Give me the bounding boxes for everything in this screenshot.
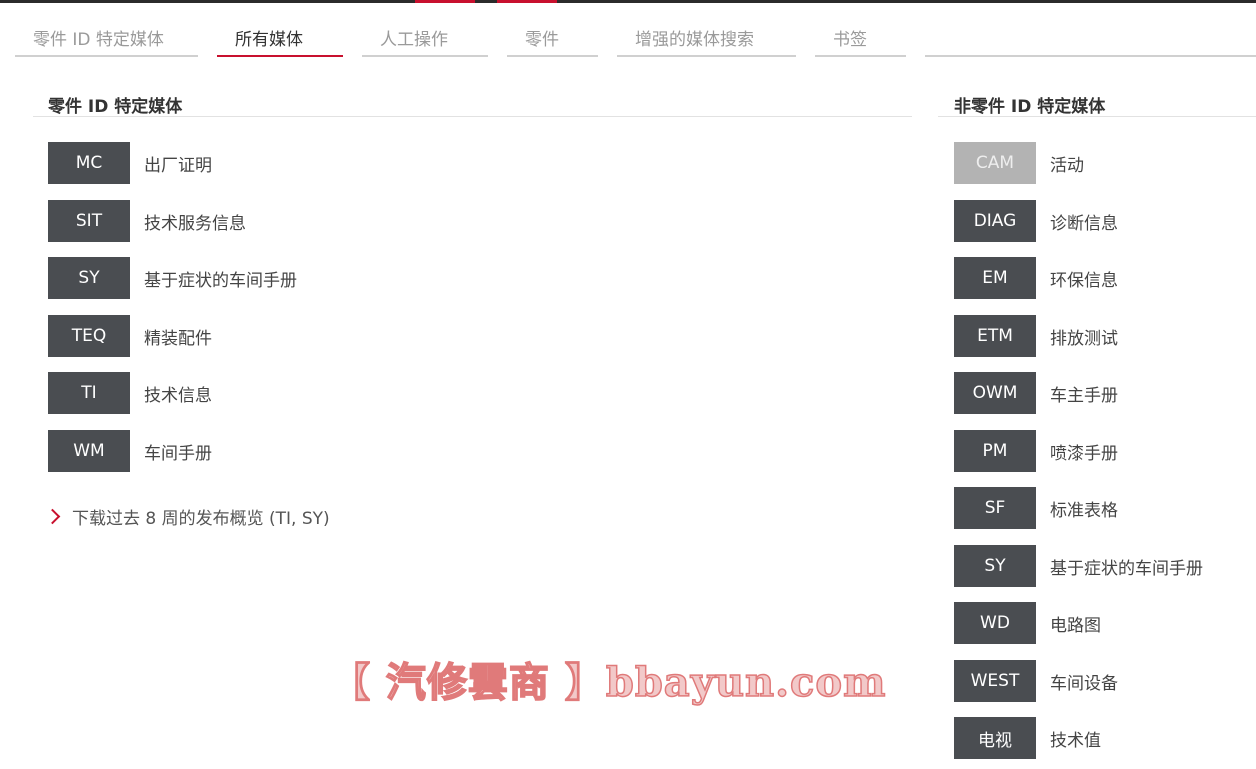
download-link-text[interactable]: 下载过去 8 周的发布概览 (TI, SY) (72, 504, 330, 529)
media-code-badge[interactable]: SY (48, 257, 130, 299)
media-code-badge[interactable]: PM (954, 430, 1036, 472)
media-row[interactable]: SY 基于症状的车间手册 (48, 257, 297, 299)
media-label[interactable]: 精装配件 (144, 324, 212, 349)
section-divider (938, 116, 1256, 117)
tab-labor-operations[interactable]: 人工操作 (362, 26, 488, 57)
tab-all-media[interactable]: 所有媒体 (217, 26, 343, 57)
media-label[interactable]: 环保信息 (1050, 266, 1118, 291)
media-code-badge[interactable]: DIAG (954, 200, 1036, 242)
media-row[interactable]: DIAG 诊断信息 (954, 200, 1118, 242)
download-release-overview-link[interactable]: 下载过去 8 周的发布概览 (TI, SY) (44, 504, 330, 529)
media-row[interactable]: WD 电路图 (954, 602, 1101, 644)
top-bar (0, 0, 1256, 3)
media-label[interactable]: 技术服务信息 (144, 209, 246, 234)
media-code-badge[interactable]: TI (48, 372, 130, 414)
media-code-badge[interactable]: TEQ (48, 315, 130, 357)
media-label[interactable]: 技术信息 (144, 381, 212, 406)
media-tabs: 零件 ID 特定媒体 所有媒体 人工操作 零件 增强的媒体搜索 书签 (0, 26, 1256, 60)
top-bar-accent (497, 0, 557, 3)
media-label[interactable]: 标准表格 (1050, 496, 1118, 521)
tab-parts[interactable]: 零件 (507, 26, 598, 57)
media-row[interactable]: TI 技术信息 (48, 372, 212, 414)
media-row[interactable]: SY 基于症状的车间手册 (954, 545, 1203, 587)
media-row[interactable]: WM 车间手册 (48, 430, 212, 472)
media-label[interactable]: 车间手册 (144, 439, 212, 464)
media-label[interactable]: 车主手册 (1050, 381, 1118, 406)
media-label[interactable]: 活动 (1050, 151, 1084, 176)
media-label[interactable]: 基于症状的车间手册 (144, 266, 297, 291)
media-row[interactable]: WEST 车间设备 (954, 660, 1118, 702)
tab-bar-filler (925, 26, 1256, 57)
media-code-badge[interactable]: EM (954, 257, 1036, 299)
media-code-badge[interactable]: MC (48, 142, 130, 184)
media-row[interactable]: OWM 车主手册 (954, 372, 1118, 414)
non-part-id-media-title: 非零件 ID 特定媒体 (954, 97, 1106, 117)
media-code-badge[interactable]: 电视 (954, 717, 1036, 759)
media-code-badge[interactable]: SF (954, 487, 1036, 529)
media-label[interactable]: 车间设备 (1050, 669, 1118, 694)
media-row[interactable]: SIT 技术服务信息 (48, 200, 246, 242)
watermark: 【 汽修雲商 】bbayun.com (329, 658, 887, 707)
media-label[interactable]: 基于症状的车间手册 (1050, 554, 1203, 579)
chevron-right-icon (44, 508, 61, 524)
media-row[interactable]: CAM 活动 (954, 142, 1084, 184)
media-row[interactable]: SF 标准表格 (954, 487, 1118, 529)
media-code-badge[interactable]: CAM (954, 142, 1036, 184)
media-code-badge[interactable]: WD (954, 602, 1036, 644)
section-divider (33, 116, 912, 117)
top-bar-accent (415, 0, 475, 3)
part-id-media-title: 零件 ID 特定媒体 (48, 97, 183, 117)
media-row[interactable]: EM 环保信息 (954, 257, 1118, 299)
media-row[interactable]: MC 出厂证明 (48, 142, 212, 184)
media-code-badge[interactable]: WEST (954, 660, 1036, 702)
media-code-badge[interactable]: SIT (48, 200, 130, 242)
media-label[interactable]: 出厂证明 (144, 151, 212, 176)
media-label[interactable]: 电路图 (1050, 611, 1101, 636)
media-label[interactable]: 诊断信息 (1050, 209, 1118, 234)
media-code-badge[interactable]: WM (48, 430, 130, 472)
media-label[interactable]: 技术值 (1050, 726, 1101, 751)
media-label[interactable]: 喷漆手册 (1050, 439, 1118, 464)
media-row[interactable]: ETM 排放测试 (954, 315, 1118, 357)
media-label[interactable]: 排放测试 (1050, 324, 1118, 349)
media-row[interactable]: TEQ 精装配件 (48, 315, 212, 357)
media-code-badge[interactable]: ETM (954, 315, 1036, 357)
media-code-badge[interactable]: OWM (954, 372, 1036, 414)
media-code-badge[interactable]: SY (954, 545, 1036, 587)
media-row[interactable]: PM 喷漆手册 (954, 430, 1118, 472)
media-row[interactable]: 电视 技术值 (954, 717, 1101, 759)
tab-bookmarks[interactable]: 书签 (815, 26, 906, 57)
tab-enhanced-media-search[interactable]: 增强的媒体搜索 (617, 26, 796, 57)
tab-part-id-media[interactable]: 零件 ID 特定媒体 (15, 26, 198, 57)
